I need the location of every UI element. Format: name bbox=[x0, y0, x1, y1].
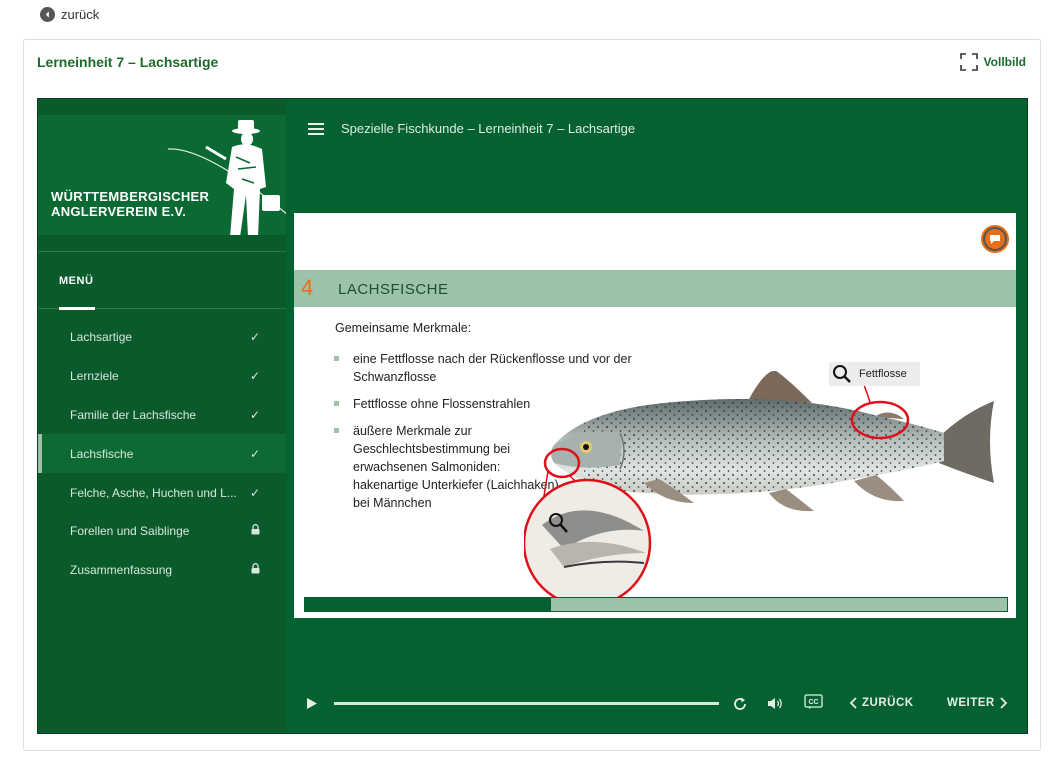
association-logo: WÜRTTEMBERGISCHER ANGLERVEREIN E.V. bbox=[38, 115, 286, 235]
menu-heading-underline bbox=[59, 307, 95, 310]
menu-item-label: Lernziele bbox=[70, 369, 119, 384]
replay-icon[interactable] bbox=[732, 696, 748, 712]
slide-progress-fill bbox=[305, 598, 551, 611]
menu-item-lachsfische[interactable]: Lachsfische ✓ bbox=[38, 434, 286, 474]
slide-heading: LACHSFISCHE bbox=[338, 281, 449, 298]
menu-item-felche-asche-huchen[interactable]: Felche, Asche, Huchen und L... ✓ bbox=[38, 473, 286, 512]
logo-line-1: WÜRTTEMBERGISCHER bbox=[51, 189, 210, 204]
chevron-left-icon bbox=[849, 697, 857, 709]
back-link-label: zurück bbox=[61, 7, 100, 22]
course-title: Spezielle Fischkunde – Lerneinheit 7 – L… bbox=[341, 121, 636, 136]
menu-header: MENÜ bbox=[38, 251, 286, 310]
menu-heading: MENÜ bbox=[59, 275, 94, 287]
check-icon: ✓ bbox=[249, 330, 260, 345]
slide-heading-band: 4 LACHSFISCHE bbox=[294, 270, 1016, 307]
menu-list: Lachsartige ✓ Lernziele ✓ Familie der La… bbox=[38, 318, 286, 590]
speech-bubble-button[interactable] bbox=[981, 225, 1009, 253]
magnifier-icon bbox=[833, 365, 851, 383]
fullscreen-icon bbox=[959, 53, 978, 71]
slide-progress-bar bbox=[304, 597, 1008, 612]
next-slide-button[interactable]: WEITER bbox=[947, 697, 1008, 709]
fullscreen-label: Vollbild bbox=[983, 55, 1026, 69]
menu-item-label: Felche, Asche, Huchen und L... bbox=[70, 485, 237, 500]
svg-text:CC: CC bbox=[808, 699, 818, 706]
lock-icon bbox=[246, 563, 260, 577]
seek-bar[interactable] bbox=[334, 702, 719, 705]
previous-slide-button[interactable]: ZURÜCK bbox=[849, 697, 914, 709]
logo-line-2: ANGLERVEREIN E.V. bbox=[51, 204, 187, 219]
back-link[interactable]: zurück bbox=[40, 7, 99, 22]
menu-item-zusammenfassung[interactable]: Zusammenfassung bbox=[38, 551, 286, 590]
fettflosse-label: Fettflosse bbox=[859, 368, 907, 380]
page-title: Lerneinheit 7 – Lachsartige bbox=[37, 54, 219, 70]
speech-bubble-icon bbox=[990, 234, 1000, 244]
slide-intro-text: Gemeinsame Merkmale: bbox=[335, 321, 472, 335]
menu-item-forellen-und-saiblinge[interactable]: Forellen und Saiblinge bbox=[38, 512, 286, 551]
slide-canvas: 4 LACHSFISCHE Gemeinsame Merkmale: eine … bbox=[294, 213, 1016, 618]
menu-item-familie-der-lachsfische[interactable]: Familie der Lachsfische ✓ bbox=[38, 396, 286, 435]
play-icon[interactable] bbox=[306, 697, 318, 710]
volume-icon[interactable] bbox=[767, 696, 784, 711]
trout-illustration bbox=[524, 370, 994, 598]
hamburger-menu-icon[interactable] bbox=[308, 123, 324, 135]
slide-number: 4 bbox=[301, 275, 314, 300]
chevron-right-icon bbox=[1000, 697, 1008, 709]
menu-item-label: Forellen und Saiblinge bbox=[70, 524, 190, 539]
sidebar: WÜRTTEMBERGISCHER ANGLERVEREIN E.V. MENÜ… bbox=[38, 99, 286, 733]
check-icon: ✓ bbox=[249, 485, 260, 500]
check-icon: ✓ bbox=[249, 369, 260, 384]
player-topbar: Spezielle Fischkunde – Lerneinheit 7 – L… bbox=[286, 99, 1029, 159]
check-icon: ✓ bbox=[249, 407, 260, 422]
menu-item-lernziele[interactable]: Lernziele ✓ bbox=[38, 357, 286, 396]
fettflosse-hotspot-button[interactable]: Fettflosse bbox=[829, 362, 920, 386]
next-slide-label: WEITER bbox=[947, 697, 995, 709]
menu-item-label: Lachsfische bbox=[70, 446, 134, 461]
menu-item-label: Lachsartige bbox=[70, 330, 133, 345]
fullscreen-button[interactable]: Vollbild bbox=[959, 53, 1026, 71]
lock-icon bbox=[246, 524, 260, 538]
arrow-left-circle-icon bbox=[40, 7, 55, 22]
closed-captions-icon[interactable]: CC bbox=[804, 694, 823, 709]
playback-controls: CC ZURÜCK WEITER bbox=[286, 689, 1029, 719]
menu-item-lachsartige[interactable]: Lachsartige ✓ bbox=[38, 318, 286, 357]
logo-text: WÜRTTEMBERGISCHER ANGLERVEREIN E.V. bbox=[51, 189, 209, 219]
previous-slide-label: ZURÜCK bbox=[862, 697, 914, 709]
menu-item-label: Zusammenfassung bbox=[70, 563, 173, 578]
check-icon: ✓ bbox=[249, 446, 260, 461]
menu-item-label: Familie der Lachsfische bbox=[70, 407, 197, 422]
